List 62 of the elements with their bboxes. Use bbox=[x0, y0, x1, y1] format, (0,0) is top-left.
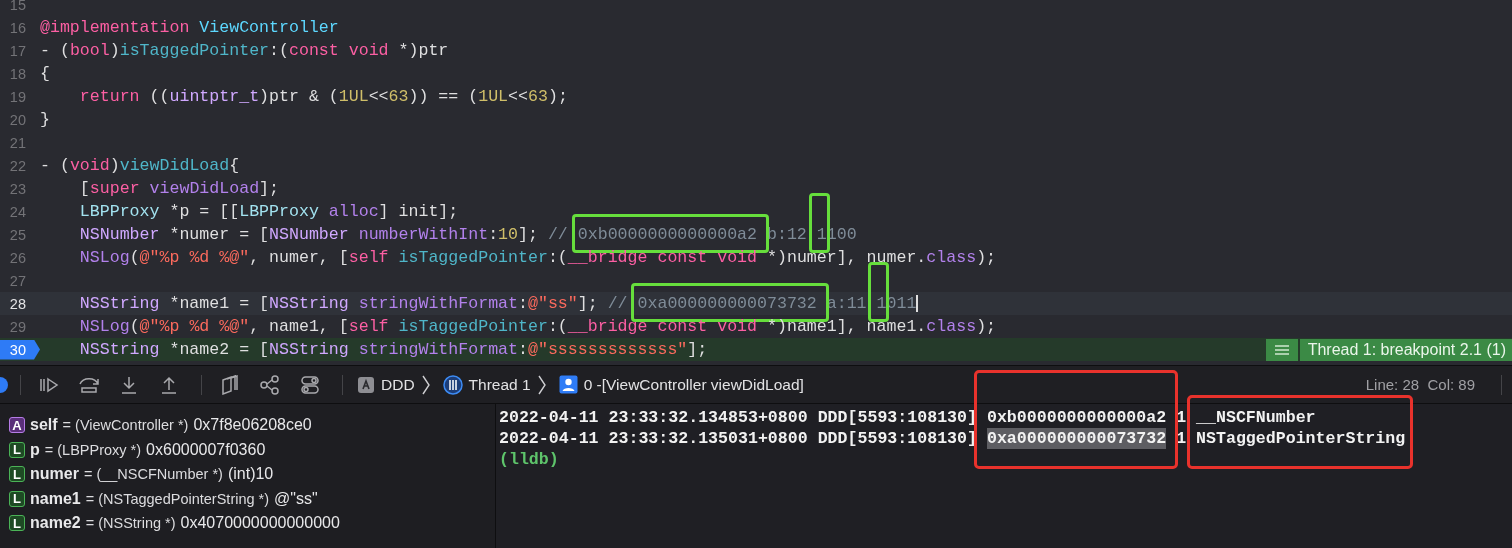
line-number: 30 bbox=[0, 339, 40, 360]
log-address: 0xb0000000000000a2 bbox=[986, 407, 1167, 428]
variable-row[interactable]: L p = (LBPProxy *) 0x6000007f0360 bbox=[0, 437, 495, 462]
breadcrumb-item[interactable]: 0 -[ViewController viewDidLoad] bbox=[558, 375, 804, 394]
graph-icon[interactable] bbox=[259, 374, 281, 395]
code-line: @implementation ViewController bbox=[40, 17, 339, 39]
chevron-icon bbox=[536, 373, 547, 396]
code-line: } bbox=[40, 109, 50, 131]
breadcrumb-item[interactable]: Thread 1 bbox=[442, 374, 531, 395]
log-prefix: 2022-04-11 23:33:32.134853+0800 DDD[5593:108130] bbox=[499, 407, 977, 428]
breakpoint-label: Thread 1: breakpoint 2.1 (1) bbox=[1306, 340, 1507, 359]
toggles-icon[interactable] bbox=[299, 374, 321, 395]
line-number: 24 bbox=[8, 203, 27, 220]
code-line: - (void)viewDidLoad{ bbox=[40, 155, 240, 177]
log-address: 0xa000000000073732 bbox=[986, 428, 1167, 449]
variable-badge: L bbox=[9, 490, 25, 507]
person-icon bbox=[558, 375, 578, 394]
variable-row[interactable]: L name2 = (NSString *) 0x4070000000000000 bbox=[0, 511, 495, 536]
code-line: [super viewDidLoad]; bbox=[78, 178, 279, 200]
line-number: 21 bbox=[8, 134, 27, 151]
lldb-prompt[interactable]: (lldb) bbox=[499, 449, 1512, 470]
line-number: 22 bbox=[8, 157, 27, 174]
code-line: - (bool)isTaggedPointer:(const void *)ptr bbox=[40, 40, 449, 62]
code-editor[interactable] bbox=[0, 0, 1512, 365]
breadcrumb-item[interactable]: DDD bbox=[357, 375, 415, 394]
code-line: NSNumber *numer = [NSNumber numberWithInt:10]; // 0xb0000000000000a2 b:12 1 100 bbox=[78, 224, 857, 246]
variable-badge: A bbox=[9, 417, 25, 434]
line-number: 27 bbox=[8, 272, 27, 289]
text-cursor bbox=[916, 295, 918, 312]
thread-icon bbox=[442, 374, 463, 395]
log-count: 1 bbox=[1176, 428, 1187, 449]
line-number: 17 bbox=[8, 42, 27, 59]
variable-row[interactable]: A self = (ViewController *) 0x7f8e06208ce0 bbox=[0, 413, 495, 438]
line-number: 19 bbox=[8, 88, 27, 105]
cursor-position: Line: 28 Col: 89 bbox=[1365, 376, 1475, 393]
code-line: NSLog(@"%p %d %@", name1, [self isTaggedPointer:(__bridge const void *)name1], name1.class); bbox=[78, 316, 997, 338]
line-number: 15 bbox=[8, 0, 27, 13]
line-number: 29 bbox=[8, 318, 27, 335]
variable-badge: L bbox=[9, 515, 25, 532]
line-number: 18 bbox=[8, 65, 27, 82]
log-count: 1 bbox=[1176, 407, 1187, 428]
line-number: 16 bbox=[8, 19, 27, 36]
log-class: NSTaggedPointerString bbox=[1196, 428, 1406, 449]
code-line: return ((uintptr_t)ptr & (1UL<<63)) == (1UL<<63); bbox=[78, 86, 568, 108]
code-line: NSLog(@"%p %d %@", numer, [self isTaggedPointer:(__bridge const void *)numer], numer.class); bbox=[78, 247, 997, 269]
code-line: NSString *name2 = [NSString stringWithFormat:@"sssssssssssss"]; bbox=[78, 339, 708, 361]
line-number: 28 bbox=[8, 295, 27, 312]
layers-icon[interactable] bbox=[219, 374, 241, 395]
line-number: 26 bbox=[8, 249, 27, 266]
line-number: 20 bbox=[8, 111, 27, 128]
variable-badge: L bbox=[9, 441, 25, 458]
variable-row[interactable]: L numer = (__NSCFNumber *) (int)10 bbox=[0, 462, 495, 487]
code-line: LBPProxy *p = [[LBPProxy alloc] init]; bbox=[78, 201, 459, 223]
line-number: 23 bbox=[8, 180, 27, 197]
variable-badge: L bbox=[9, 466, 25, 483]
variable-row[interactable]: L name1 = (NSTaggedPointerString *) @"ss" bbox=[0, 486, 495, 511]
chevron-icon bbox=[420, 373, 431, 396]
line-number: 25 bbox=[8, 226, 27, 243]
log-prefix: 2022-04-11 23:33:32.135031+0800 DDD[5593:108130] bbox=[499, 428, 977, 449]
log-class: __NSCFNumber bbox=[1196, 407, 1317, 428]
code-line: { bbox=[40, 63, 50, 85]
app-icon bbox=[357, 375, 375, 394]
